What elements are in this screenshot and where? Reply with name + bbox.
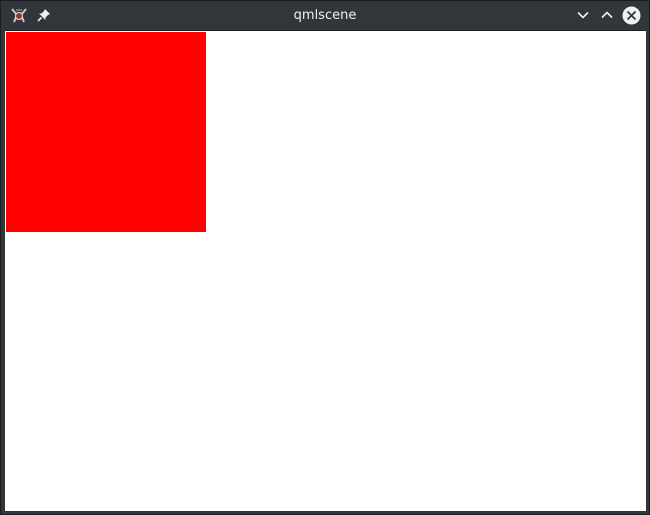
minimize-button[interactable] [574,6,592,24]
maximize-button[interactable] [598,6,616,24]
close-icon [622,6,641,25]
close-button[interactable] [622,6,641,25]
window-title: qmlscene [293,8,357,23]
chevron-up-icon [601,11,613,19]
app-window: qmlscene [0,0,650,515]
title-bar[interactable]: qmlscene [1,1,649,30]
chevron-down-icon [577,11,589,19]
red-rectangle [6,32,206,232]
qml-scene-canvas [5,30,646,511]
